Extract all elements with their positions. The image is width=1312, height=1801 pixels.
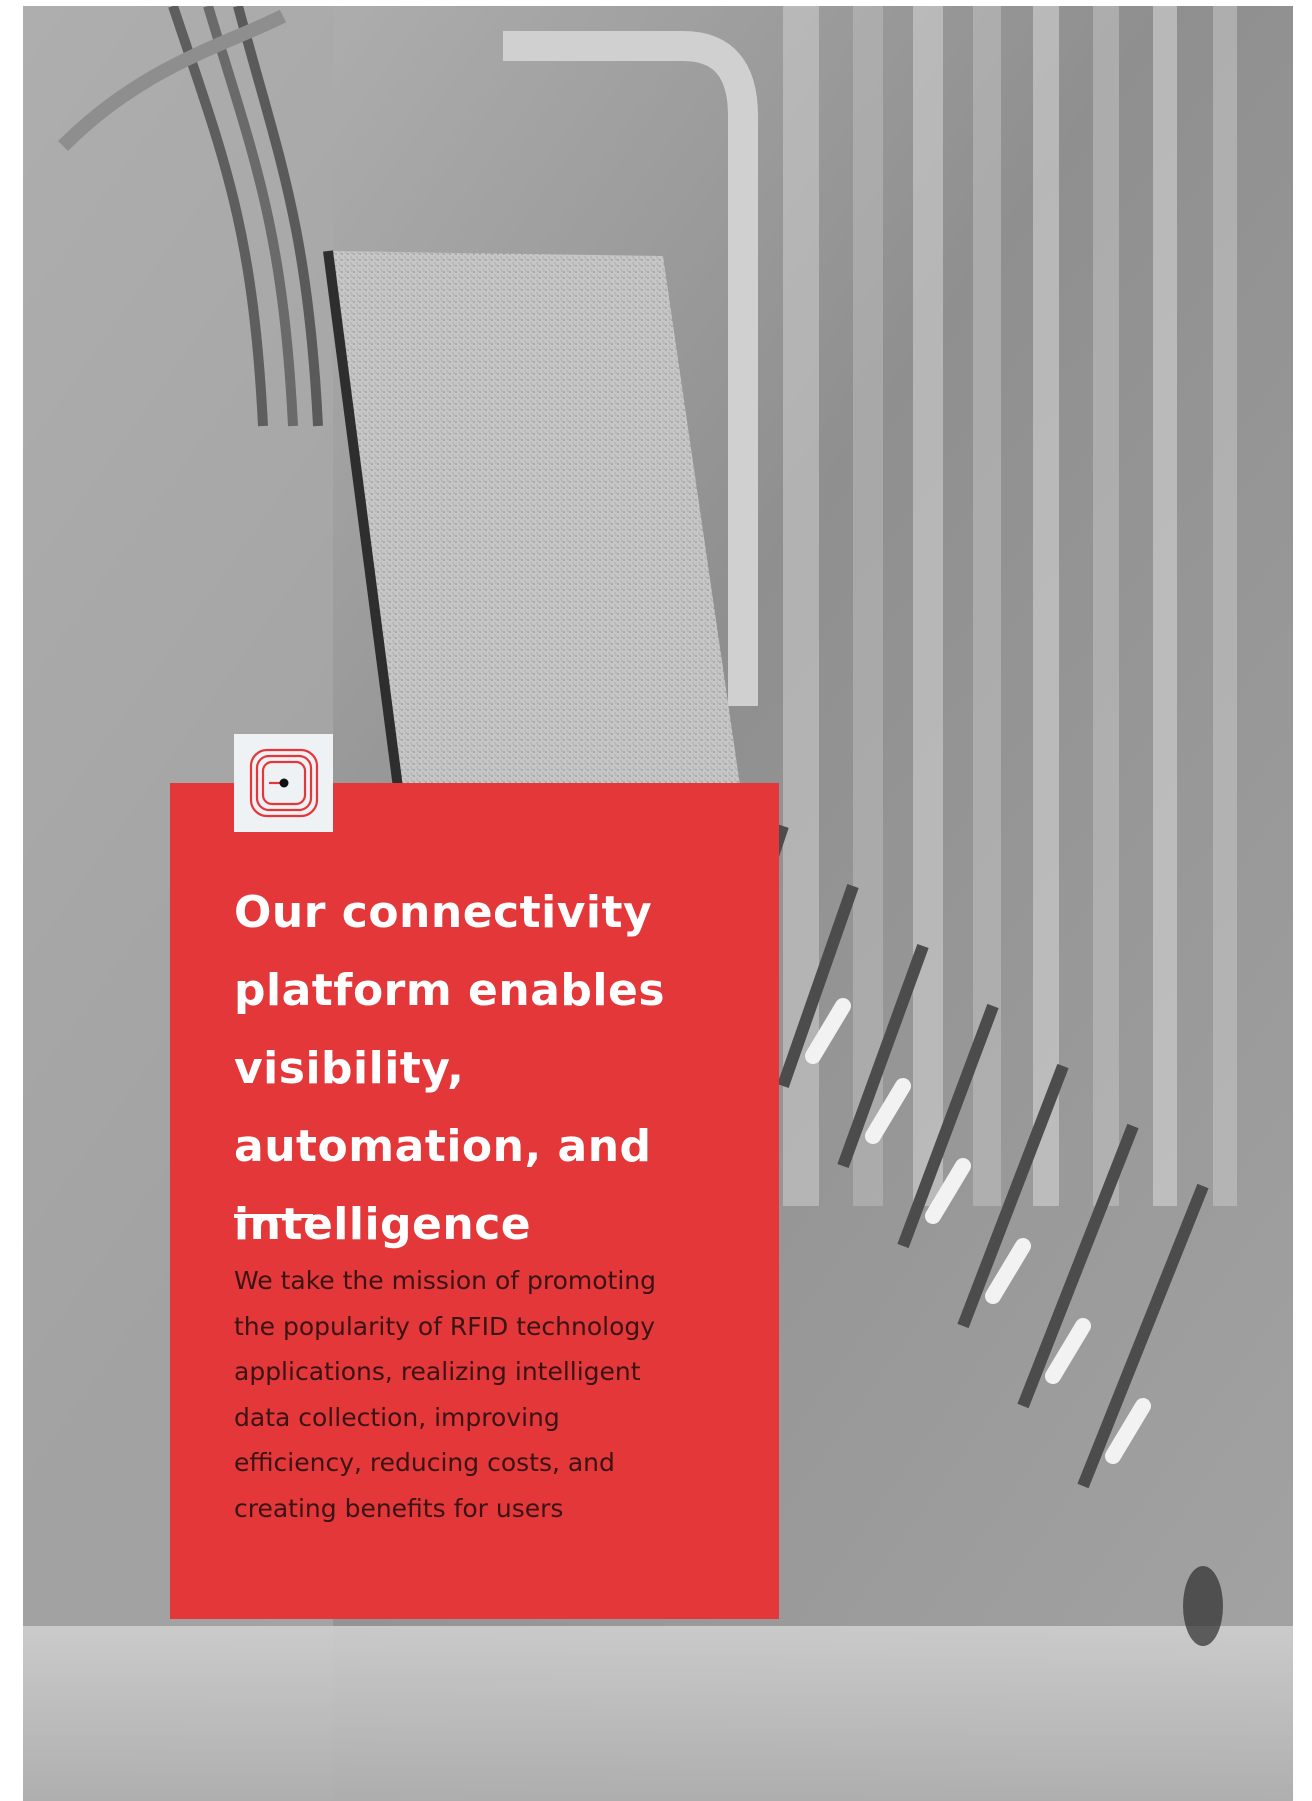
- divider: [234, 1214, 313, 1218]
- headline: Our connectivity platform enables visibi…: [234, 887, 666, 1250]
- rfid-badge: [234, 734, 333, 832]
- mission-text: We take the mission of promoting the pop…: [234, 1266, 657, 1523]
- rfid-tag-icon: [249, 748, 318, 818]
